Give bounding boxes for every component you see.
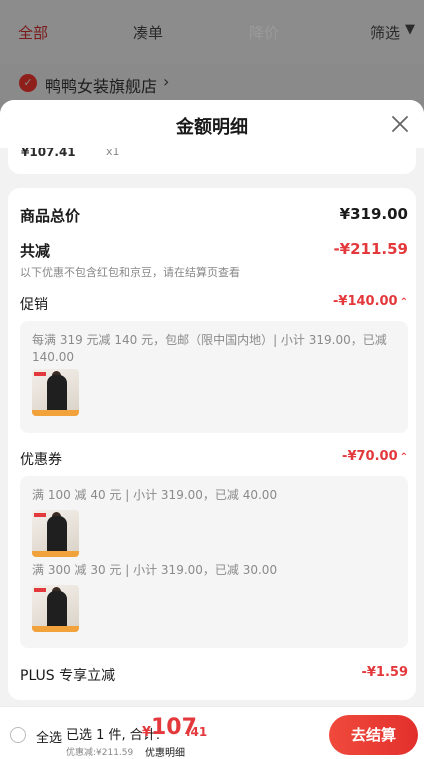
promotion-value: -¥140.00 ⌃ (333, 294, 408, 309)
goods-total-row: 商品总价 ¥319.00 (20, 205, 408, 225)
coupon-label: 优惠券 (20, 452, 62, 468)
total-currency: ¥ (142, 725, 152, 740)
total-amount-decimal: .41 (186, 725, 208, 739)
discount-detail-link[interactable]: 优惠明细 (145, 744, 185, 759)
promotion-rule: 每满 319 元减 140 元，包邮（限中国内地）| 小计 319.00，已减 … (32, 333, 387, 364)
background-store-row: ✓ 鸭鸭女装旗舰店 › (0, 64, 424, 104)
tab-all: 全部 (18, 24, 49, 42)
store-name: 鸭鸭女装旗舰店 (45, 77, 158, 96)
total-reduction-label: 共减 (20, 242, 51, 260)
select-all-label[interactable]: 全选 (36, 727, 62, 746)
checkout-button[interactable]: 去结算 (329, 715, 418, 755)
total-reduction-value: -¥211.59 (333, 240, 408, 258)
reduction-note: 以下优惠不包含红包和京豆，请在结算页查看 (20, 266, 240, 279)
amount-detail-card: 商品总价 ¥319.00 共减 -¥211.59 以下优惠不包含红包和京豆，请在… (8, 188, 416, 700)
tab-price-drop: 降价 (249, 24, 280, 42)
plus-discount-value: -¥1.59 (361, 665, 408, 680)
background-tab-bar: 全部 凑单 降价 筛选 ▼ (0, 0, 424, 64)
coupon-rule-1: 满 100 减 40 元 | 小计 319.00，已减 40.00 (32, 488, 278, 502)
product-thumbnail (32, 369, 79, 416)
close-icon[interactable] (388, 112, 412, 136)
select-all-radio[interactable] (10, 727, 26, 743)
product-thumbnail (32, 585, 79, 632)
product-thumbnail (32, 510, 79, 557)
promotion-label: 促销 (20, 297, 48, 313)
total-reduction-row: 共减 -¥211.59 (20, 240, 408, 260)
promotion-detail-box: 每满 319 元减 140 元，包邮（限中国内地）| 小计 319.00，已减 … (20, 321, 408, 433)
filter-label: 筛选 (370, 24, 401, 42)
coupon-detail-box: 满 100 减 40 元 | 小计 319.00，已减 40.00 满 300 … (20, 476, 408, 648)
coupon-rule-2: 满 300 减 30 元 | 小计 319.00，已减 30.00 (32, 563, 278, 577)
chevron-up-icon: ⌃ (399, 297, 408, 308)
filter-icon: ▼ (405, 22, 415, 37)
coupon-row[interactable]: 优惠券 -¥70.00 ⌃ (20, 449, 408, 469)
sheet-title: 金额明细 (176, 117, 248, 138)
chevron-right-icon: › (163, 72, 170, 91)
coupon-value: -¥70.00 ⌃ (342, 449, 408, 464)
sheet-header: 金额明细 (0, 100, 424, 148)
plus-discount-label: PLUS 专享立减 (20, 668, 116, 684)
goods-total-value: ¥319.00 (339, 205, 408, 223)
promotion-row[interactable]: 促销 -¥140.00 ⌃ (20, 294, 408, 314)
amount-detail-sheet: ¥107.41 x1 金额明细 商品总价 ¥319.00 共减 -¥211.59… (0, 100, 424, 759)
tab-bundle: 凑单 (133, 24, 164, 42)
plus-discount-row: PLUS 专享立减 -¥1.59 (20, 665, 408, 685)
chevron-up-icon: ⌃ (399, 452, 408, 463)
discount-summary: 优惠减:¥211.59 (66, 748, 134, 758)
store-check-icon: ✓ (19, 74, 37, 92)
checkout-bar: 全选 已选 1 件, 合计: ¥ 107 .41 优惠减:¥211.59 优惠明… (0, 706, 424, 759)
goods-total-label: 商品总价 (20, 207, 81, 225)
